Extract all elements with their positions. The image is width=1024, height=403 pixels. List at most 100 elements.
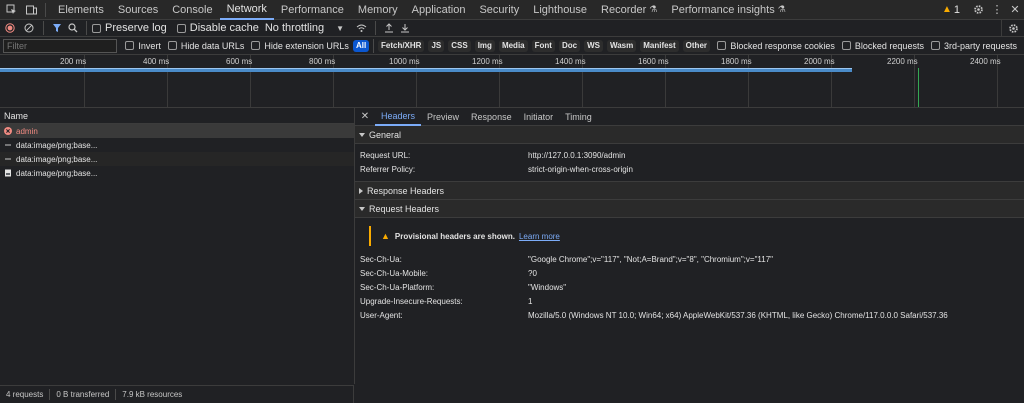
tab-elements[interactable]: Elements [51, 0, 111, 20]
timeline-tick: 1000 ms [389, 57, 420, 66]
tab-lighthouse[interactable]: Lighthouse [526, 0, 594, 20]
header-value: 1 [528, 296, 533, 306]
gear-icon[interactable] [968, 0, 988, 20]
tab-memory[interactable]: Memory [351, 0, 405, 20]
blocked-requests-checkbox[interactable]: Blocked requests [841, 41, 924, 51]
request-details: ✕ Headers Preview Response Initiator Tim… [355, 108, 1024, 384]
tab-preview[interactable]: Preview [421, 108, 465, 126]
data-url-icon [4, 155, 12, 163]
column-header-name[interactable]: Name [0, 108, 354, 124]
timeline-tick: 400 ms [143, 57, 170, 66]
tab-network[interactable]: Network [219, 0, 274, 20]
filter-chip-doc[interactable]: Doc [558, 39, 581, 52]
header-row: Sec-Ch-Ua: "Google Chrome";v="117", "Not… [355, 252, 1024, 266]
checkbox-box [92, 23, 101, 33]
data-url-icon [4, 141, 12, 149]
header-value: "Google Chrome";v="117", "Not;A=Brand";v… [528, 254, 774, 264]
tab-timing[interactable]: Timing [559, 108, 598, 126]
tab-application[interactable]: Application [405, 0, 473, 20]
request-name: data:image/png;base... [16, 140, 98, 150]
chevron-down-icon: ▼ [336, 23, 345, 33]
disable-cache-checkbox[interactable]: Disable cache [176, 22, 259, 34]
tab-console[interactable]: Console [165, 0, 219, 20]
timeline-tick: 600 ms [226, 57, 253, 66]
inspect-element-icon[interactable] [0, 0, 22, 20]
request-name: data:image/png;base... [16, 168, 98, 178]
tab-performance-insights-label: Performance insights [671, 3, 775, 16]
filter-chip-other[interactable]: Other [682, 39, 711, 52]
device-toolbar-icon[interactable] [22, 0, 40, 20]
general-section-title: General [369, 129, 402, 140]
filter-chip-img[interactable]: Img [474, 39, 495, 52]
close-icon[interactable]: ✕ [1006, 0, 1024, 20]
tab-recorder[interactable]: Recorder ⚗ [594, 0, 664, 20]
tab-security[interactable]: Security [472, 0, 526, 20]
request-row[interactable]: data:image/png;base... [0, 152, 354, 166]
upload-icon[interactable] [381, 23, 397, 33]
disable-cache-label: Disable cache [189, 22, 259, 34]
network-conditions-icon[interactable] [352, 23, 370, 33]
timeline-tick: 800 ms [309, 57, 336, 66]
request-row[interactable]: data:image/png;base... [0, 138, 354, 152]
filter-icon[interactable] [49, 23, 65, 33]
third-party-requests-checkbox[interactable]: 3rd-party requests [930, 41, 1017, 51]
general-section-header[interactable]: General [355, 126, 1024, 144]
request-headers-section-header[interactable]: Request Headers [355, 200, 1024, 218]
waterfall-bar-highlight [0, 68, 852, 69]
clear-icon[interactable] [20, 23, 38, 33]
preserve-log-checkbox[interactable]: Preserve log [92, 22, 167, 34]
close-icon[interactable]: ✕ [355, 111, 375, 122]
warnings-counter[interactable]: ▲ 1 [942, 4, 960, 16]
referrer-policy-row: Referrer Policy: strict-origin-when-cros… [355, 162, 1024, 176]
timeline-tick: 1600 ms [638, 57, 669, 66]
more-options-icon[interactable]: ⋮ [988, 0, 1006, 20]
request-name: admin [16, 126, 38, 136]
referrer-policy-value: strict-origin-when-cross-origin [528, 164, 633, 174]
header-row: Sec-Ch-Ua-Platform: "Windows" [355, 280, 1024, 294]
record-icon[interactable] [0, 23, 20, 33]
gear-icon[interactable] [1001, 19, 1024, 37]
filter-chip-manifest[interactable]: Manifest [640, 39, 679, 52]
hide-data-urls-label: Hide data URLs [180, 40, 245, 51]
filter-chip-js[interactable]: JS [428, 39, 445, 52]
tab-sources[interactable]: Sources [111, 0, 165, 20]
tab-performance-insights[interactable]: Performance insights ⚗ [664, 0, 792, 20]
request-name: data:image/png;base... [16, 154, 98, 164]
hide-data-urls-checkbox[interactable]: Hide data URLs [167, 40, 245, 51]
response-headers-section-header[interactable]: Response Headers [355, 181, 1024, 200]
header-row: Sec-Ch-Ua-Mobile: ?0 [355, 266, 1024, 280]
hide-extension-urls-checkbox[interactable]: Hide extension URLs [251, 41, 349, 51]
filter-chip-all[interactable]: All [352, 39, 370, 52]
warning-icon: ▲ [941, 4, 952, 15]
provisional-headers-warning: ▲ Provisional headers are shown. Learn m… [369, 226, 571, 246]
header-value: ?0 [528, 268, 537, 278]
search-icon[interactable] [65, 23, 81, 33]
toolbar-divider [375, 21, 377, 35]
invert-checkbox[interactable]: Invert [125, 41, 161, 51]
warnings-count: 1 [953, 3, 960, 16]
filter-chip-media[interactable]: Media [498, 39, 528, 52]
request-row[interactable]: data:image/png;base... [0, 166, 354, 180]
download-icon[interactable] [397, 23, 413, 33]
collapsed-triangle-icon [359, 187, 363, 194]
filter-chip-fetch-xhr[interactable]: Fetch/XHR [378, 39, 425, 52]
header-key: Upgrade-Insecure-Requests: [360, 296, 463, 306]
blocked-response-cookies-checkbox[interactable]: Blocked response cookies [717, 41, 835, 51]
invert-label: Invert [138, 40, 161, 51]
tab-performance[interactable]: Performance [274, 0, 351, 20]
request-url-key: Request URL: [360, 150, 411, 160]
checkbox-box [930, 41, 940, 50]
request-row-admin[interactable]: admin [0, 124, 354, 138]
tab-initiator[interactable]: Initiator [518, 108, 560, 126]
filter-chip-wasm[interactable]: Wasm [606, 39, 637, 52]
learn-more-link[interactable]: Learn more [519, 232, 560, 241]
tab-response[interactable]: Response [465, 108, 518, 126]
filter-chip-ws[interactable]: WS [584, 39, 603, 52]
header-key: Sec-Ch-Ua-Mobile: [360, 268, 429, 278]
tab-headers[interactable]: Headers [375, 108, 422, 126]
filter-chip-css[interactable]: CSS [448, 39, 471, 52]
network-overview[interactable]: 200 ms 400 ms 600 ms 800 ms 1000 ms 1200… [0, 55, 1024, 108]
throttling-select[interactable]: No throttling ▼ [265, 22, 344, 34]
filter-input[interactable] [3, 38, 117, 53]
filter-chip-font[interactable]: Font [531, 39, 555, 52]
